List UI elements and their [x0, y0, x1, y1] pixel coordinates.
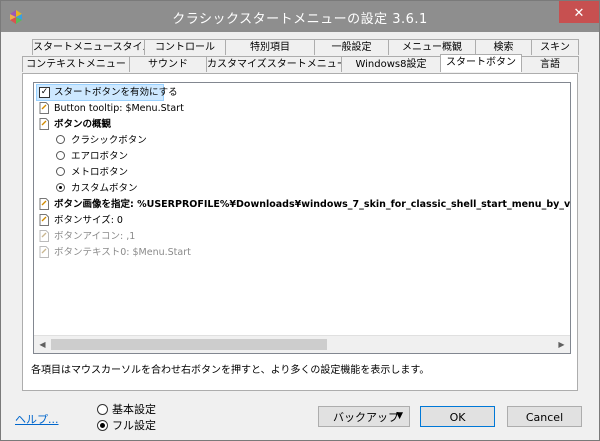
description-text: 各項目はマウスカーソルを合わせ右ボタンを押すと、より多くの設定機能を表示します。 — [31, 365, 430, 376]
tab-language[interactable]: 言語 — [521, 56, 579, 72]
tab-sound[interactable]: サウンド — [129, 56, 207, 72]
setting-page-icon — [39, 230, 49, 242]
tab-panel: ✓ スタートボタンを有効にする Button tooltip: $Menu.St… — [22, 73, 578, 391]
window-title: クラシックスタートメニューの設定 3.6.1 — [172, 12, 428, 27]
radio-icon[interactable] — [56, 151, 65, 160]
scroll-left-arrow-icon[interactable]: ◀ — [34, 336, 51, 353]
settings-window: クラシックスタートメニューの設定 3.6.1 ✕ スタートメニュースタイル コン… — [0, 0, 600, 441]
horizontal-scrollbar[interactable]: ◀ ▶ — [34, 335, 570, 353]
title-bar[interactable]: クラシックスタートメニューの設定 3.6.1 ✕ — [1, 1, 599, 32]
chevron-down-icon: ▼ — [396, 411, 403, 421]
setting-page-icon — [39, 198, 49, 210]
tab-customize-start-menu[interactable]: カスタマイズスタートメニュー — [206, 56, 342, 72]
tab-special-items[interactable]: 特別項目 — [225, 39, 315, 55]
backup-button[interactable]: バックアップ ▼ — [318, 406, 410, 427]
tab-skin[interactable]: スキン — [531, 39, 579, 55]
tab-context-menu[interactable]: コンテキストメニュー — [22, 56, 130, 72]
radio-icon[interactable] — [56, 135, 65, 144]
setting-page-icon — [39, 246, 49, 258]
settings-tree[interactable]: ✓ スタートボタンを有効にする Button tooltip: $Menu.St… — [33, 82, 571, 354]
setting-page-icon — [39, 214, 49, 226]
help-link[interactable]: ヘルプ... — [15, 411, 59, 427]
tab-start-menu-style[interactable]: スタートメニュースタイル — [32, 39, 145, 55]
tab-start-button[interactable]: スタートボタン — [440, 54, 522, 72]
tab-search[interactable]: 検索 — [475, 39, 532, 55]
tab-windows8[interactable]: Windows8設定 — [341, 56, 441, 72]
checkbox-icon[interactable]: ✓ — [39, 87, 50, 98]
setting-enable-start-button[interactable]: ✓ スタートボタンを有効にする — [36, 84, 178, 101]
radio-icon-selected[interactable] — [56, 183, 65, 192]
radio-icon[interactable] — [97, 404, 108, 415]
radio-icon[interactable] — [56, 167, 65, 176]
tab-controls[interactable]: コントロール — [144, 39, 226, 55]
scroll-thumb[interactable] — [51, 339, 327, 350]
setting-page-icon — [39, 102, 49, 114]
radio-icon-selected[interactable] — [97, 420, 108, 431]
tab-general[interactable]: 一般設定 — [314, 39, 389, 55]
cancel-button[interactable]: Cancel — [507, 406, 582, 427]
ok-button[interactable]: OK — [420, 406, 495, 427]
close-button[interactable]: ✕ — [559, 1, 599, 23]
scroll-right-arrow-icon[interactable]: ▶ — [553, 336, 570, 353]
tab-menu-look[interactable]: メニュー概観 — [388, 39, 476, 55]
setting-page-icon — [39, 118, 49, 130]
